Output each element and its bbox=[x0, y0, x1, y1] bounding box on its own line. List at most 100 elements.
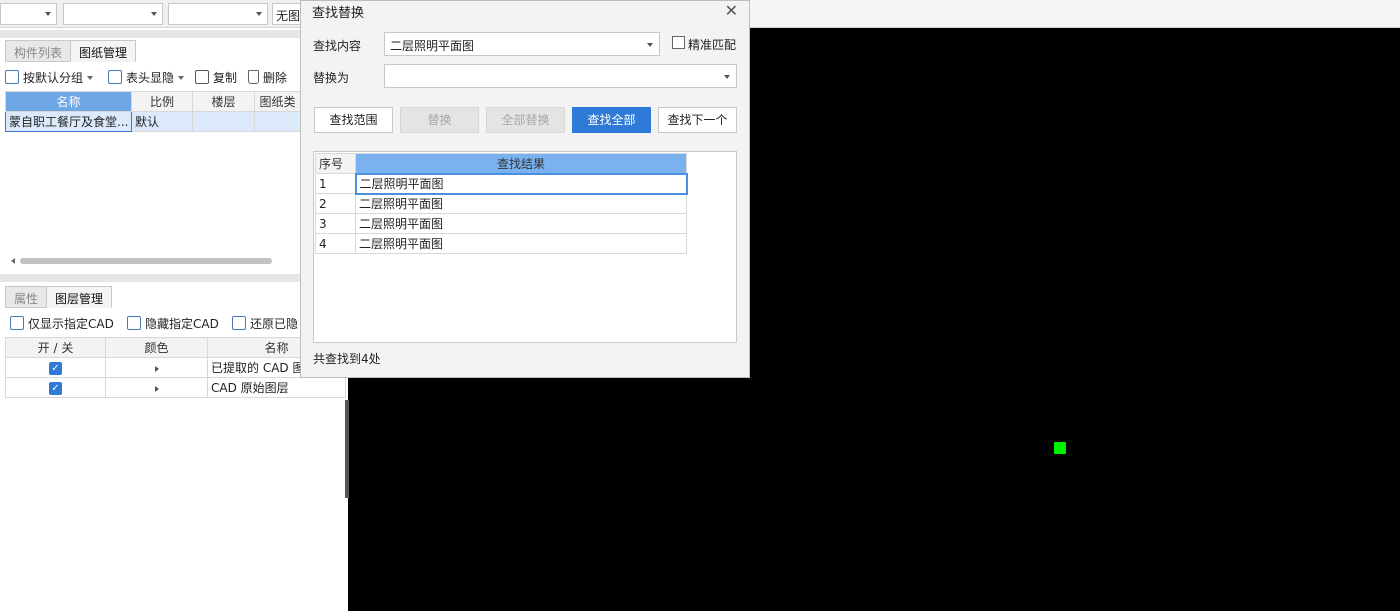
exact-match-label: 精准匹配 bbox=[688, 38, 737, 52]
show-only-label: 仅显示指定CAD bbox=[28, 317, 114, 331]
table-icon bbox=[108, 70, 122, 84]
left-panel: 构件列表 图纸管理 按默认分组 表头显隐 复制 删除 名称 比例 楼层 图纸类 … bbox=[0, 28, 348, 611]
find-label: 查找内容 bbox=[313, 39, 362, 53]
hide-label: 隐藏指定CAD bbox=[145, 317, 219, 331]
layers-show-icon bbox=[10, 316, 24, 330]
find-replace-dialog: 查找替换 ✕ 查找内容 二层照明平面图 精准匹配 替换为 查找范围 替换 全部替… bbox=[300, 0, 750, 378]
panel-separator bbox=[0, 274, 300, 282]
layers-restore-icon bbox=[232, 316, 246, 330]
restore-label: 还原已隐 bbox=[250, 317, 299, 331]
result-value-cell[interactable]: 二层照明平面图 bbox=[355, 213, 687, 234]
chevron-down-icon bbox=[87, 76, 94, 80]
scroll-left-icon[interactable] bbox=[11, 258, 15, 264]
column-header-index: 序号 bbox=[315, 153, 356, 174]
layer-toggle-cell[interactable]: ✓ bbox=[5, 377, 106, 398]
drawing-type-cell[interactable] bbox=[254, 111, 301, 132]
combo-text: 无图 bbox=[276, 9, 301, 23]
delete-button[interactable]: 删除 bbox=[248, 69, 287, 86]
column-header-color: 颜色 bbox=[105, 337, 208, 358]
exact-match-checkbox[interactable] bbox=[672, 36, 685, 49]
drawing-name-cell[interactable]: 蒙自职工餐厅及食堂... bbox=[5, 111, 132, 132]
result-index-cell[interactable]: 4 bbox=[315, 233, 356, 254]
table-row[interactable]: ✓ CAD 原始图层 bbox=[5, 377, 346, 398]
group-button[interactable]: 按默认分组 bbox=[5, 69, 94, 86]
checkbox-checked-icon[interactable]: ✓ bbox=[49, 382, 62, 395]
restore-hidden-button[interactable]: 还原已隐 bbox=[232, 315, 298, 332]
layer-toolbar: 仅显示指定CAD 隐藏指定CAD 还原已隐 bbox=[5, 313, 300, 335]
layer-table: 开 / 关 颜色 名称 ✓ 已提取的 CAD 图 ✓ CAD 原始图层 bbox=[5, 337, 346, 398]
group-label: 按默认分组 bbox=[23, 71, 84, 85]
panel-splitter-handle[interactable] bbox=[345, 400, 349, 498]
panel-separator bbox=[0, 30, 300, 38]
layer-toggle-cell[interactable]: ✓ bbox=[5, 357, 106, 378]
replace-input[interactable] bbox=[384, 64, 737, 88]
table-row[interactable]: ✓ 已提取的 CAD 图 bbox=[5, 357, 346, 378]
find-input[interactable]: 二层照明平面图 bbox=[384, 32, 660, 56]
chevron-down-icon bbox=[256, 12, 262, 16]
find-scope-button[interactable]: 查找范围 bbox=[314, 107, 393, 133]
column-header-name[interactable]: 名称 bbox=[5, 91, 132, 112]
result-index-cell[interactable]: 3 bbox=[315, 213, 356, 234]
find-all-button[interactable]: 查找全部 bbox=[572, 107, 651, 133]
drawing-toolbar: 按默认分组 表头显隐 复制 删除 bbox=[5, 67, 300, 89]
dialog-title: 查找替换 bbox=[312, 6, 365, 21]
scrollbar-thumb[interactable] bbox=[20, 258, 272, 264]
tab-properties[interactable]: 属性 bbox=[5, 286, 48, 308]
copy-button[interactable]: 复制 bbox=[195, 69, 237, 86]
replace-all-button[interactable]: 全部替换 bbox=[486, 107, 565, 133]
column-header-on-off: 开 / 关 bbox=[5, 337, 106, 358]
result-value-cell[interactable]: 二层照明平面图 bbox=[355, 193, 687, 214]
chevron-down-icon bbox=[151, 12, 157, 16]
horizontal-scrollbar[interactable] bbox=[5, 256, 300, 266]
drawing-table: 名称 比例 楼层 图纸类 蒙自职工餐厅及食堂... 默认 bbox=[5, 91, 301, 132]
replace-button[interactable]: 替换 bbox=[400, 107, 479, 133]
find-value: 二层照明平面图 bbox=[390, 39, 475, 53]
layer-color-cell[interactable] bbox=[105, 377, 208, 398]
copy-icon bbox=[195, 70, 209, 84]
close-icon[interactable]: ✕ bbox=[725, 1, 738, 20]
group-icon bbox=[5, 70, 19, 84]
result-summary: 共查找到4处 bbox=[313, 352, 381, 366]
delete-label: 删除 bbox=[263, 71, 288, 85]
find-next-button[interactable]: 查找下一个 bbox=[658, 107, 737, 133]
column-header-scale[interactable]: 比例 bbox=[131, 91, 193, 112]
result-value-cell[interactable]: 二层照明平面图 bbox=[355, 233, 687, 254]
cad-green-marker bbox=[1054, 442, 1066, 454]
column-header-type[interactable]: 图纸类 bbox=[254, 91, 301, 112]
layers-hide-icon bbox=[127, 316, 141, 330]
header-toggle-label: 表头显隐 bbox=[126, 71, 175, 85]
table-row[interactable]: 蒙自职工餐厅及食堂... 默认 bbox=[5, 111, 301, 132]
results-table: 序号 查找结果 1 二层照明平面图 2 二层照明平面图 3 二层照明平面图 4 … bbox=[315, 153, 688, 254]
caret-right-icon[interactable] bbox=[154, 365, 159, 372]
tab-drawing-management[interactable]: 图纸管理 bbox=[70, 40, 137, 62]
checkbox-checked-icon[interactable]: ✓ bbox=[49, 362, 62, 375]
show-only-cad-button[interactable]: 仅显示指定CAD bbox=[10, 315, 114, 332]
chevron-down-icon[interactable] bbox=[647, 43, 653, 47]
results-panel: 序号 查找结果 1 二层照明平面图 2 二层照明平面图 3 二层照明平面图 4 … bbox=[313, 151, 737, 343]
toolbar-combo-2[interactable] bbox=[63, 3, 163, 25]
replace-label: 替换为 bbox=[313, 71, 350, 85]
drawing-scale-cell[interactable]: 默认 bbox=[131, 111, 193, 132]
layer-name-cell[interactable]: CAD 原始图层 bbox=[207, 377, 346, 398]
layer-color-cell[interactable] bbox=[105, 357, 208, 378]
result-index-cell[interactable]: 1 bbox=[315, 173, 356, 194]
hide-cad-button[interactable]: 隐藏指定CAD bbox=[127, 315, 219, 332]
table-row[interactable]: 2 二层照明平面图 bbox=[315, 193, 687, 214]
result-value-cell[interactable]: 二层照明平面图 bbox=[354, 172, 688, 195]
chevron-down-icon bbox=[178, 76, 185, 80]
header-toggle-button[interactable]: 表头显隐 bbox=[108, 69, 185, 86]
result-index-cell[interactable]: 2 bbox=[315, 193, 356, 214]
drawing-floor-cell[interactable] bbox=[192, 111, 255, 132]
caret-right-icon[interactable] bbox=[154, 385, 159, 392]
table-row[interactable]: 4 二层照明平面图 bbox=[315, 233, 687, 254]
tab-component-list[interactable]: 构件列表 bbox=[5, 40, 72, 62]
table-row[interactable]: 1 二层照明平面图 bbox=[315, 172, 688, 195]
chevron-down-icon[interactable] bbox=[724, 75, 730, 79]
toolbar-combo-3[interactable] bbox=[168, 3, 268, 25]
tab-layer-management[interactable]: 图层管理 bbox=[46, 286, 113, 308]
chevron-down-icon bbox=[45, 12, 51, 16]
toolbar-combo-1[interactable] bbox=[0, 3, 57, 25]
column-header-floor[interactable]: 楼层 bbox=[192, 91, 255, 112]
trash-icon bbox=[248, 70, 259, 84]
table-row[interactable]: 3 二层照明平面图 bbox=[315, 213, 687, 234]
